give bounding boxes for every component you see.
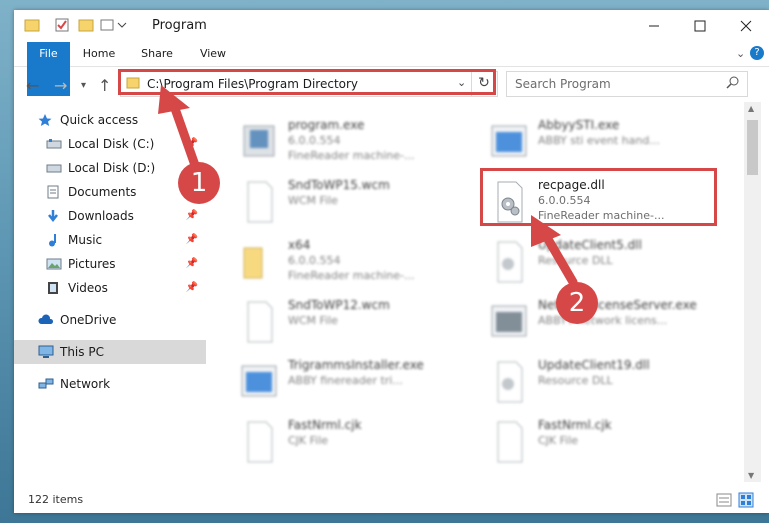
arrow-1: [158, 85, 201, 173]
step-marker-2: 2: [556, 282, 598, 324]
step-marker-1: 1: [178, 162, 220, 204]
annotation-arrows: [158, 85, 578, 287]
arrow-2: [531, 215, 578, 287]
